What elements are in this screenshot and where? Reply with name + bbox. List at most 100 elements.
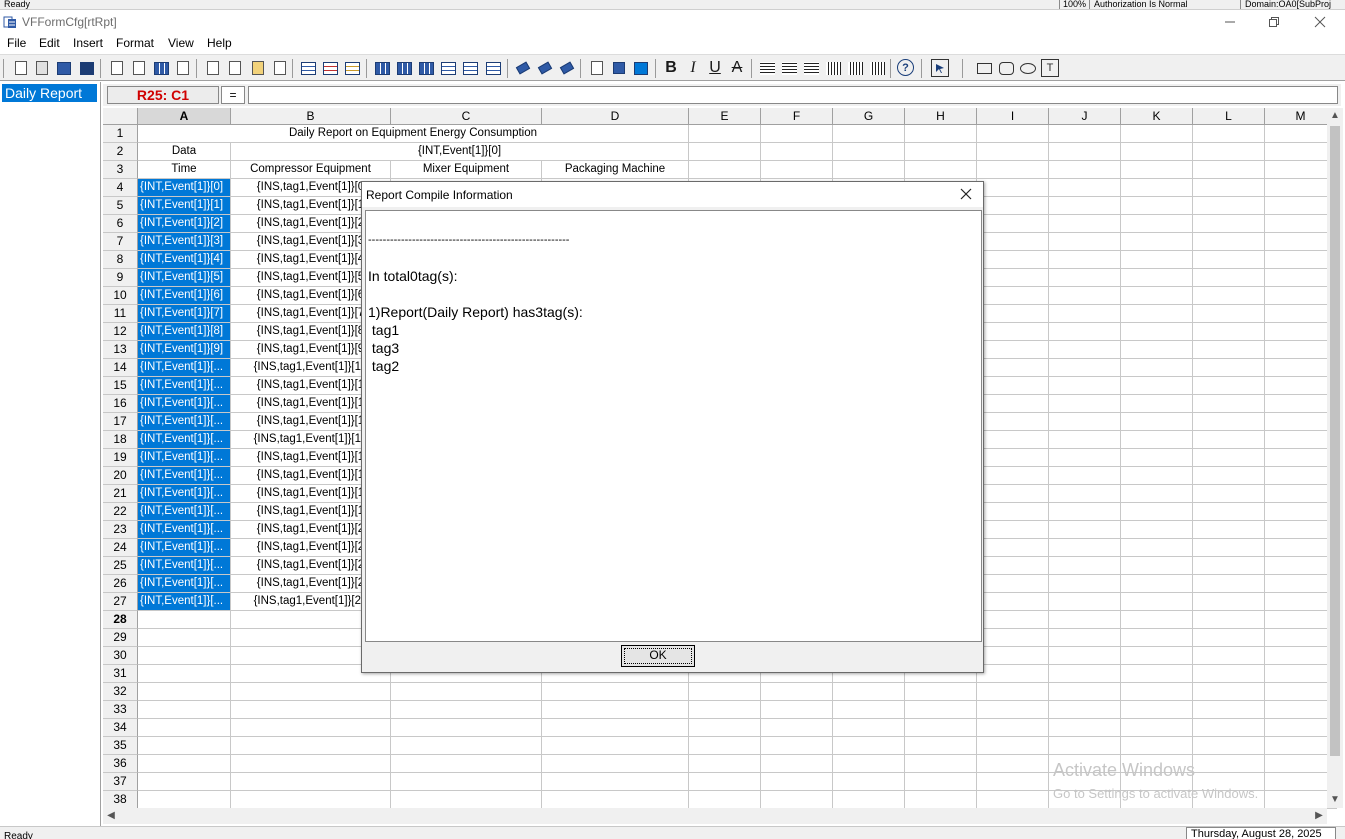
grid-cell[interactable]: [761, 125, 833, 143]
grid-cell[interactable]: [1121, 143, 1193, 161]
grid-cell[interactable]: [138, 701, 231, 719]
grid-cell[interactable]: [391, 737, 542, 755]
grid-cell[interactable]: [905, 755, 977, 773]
grid-cell[interactable]: [833, 701, 905, 719]
row-header[interactable]: 9: [103, 269, 138, 287]
grid-cell[interactable]: [1193, 719, 1265, 737]
grid-cell[interactable]: [761, 719, 833, 737]
grid-cell[interactable]: [542, 755, 689, 773]
grid-cell[interactable]: [1193, 143, 1265, 161]
column-header-b[interactable]: B: [231, 108, 391, 125]
grid-cell[interactable]: [1121, 503, 1193, 521]
row-header[interactable]: 7: [103, 233, 138, 251]
underline-button[interactable]: U: [706, 59, 724, 77]
grid-cell[interactable]: [1121, 305, 1193, 323]
grid-cell[interactable]: [1193, 215, 1265, 233]
grid-cell[interactable]: [391, 683, 542, 701]
grid-cell[interactable]: [689, 755, 761, 773]
grid-cell[interactable]: [1049, 539, 1121, 557]
insert-row-button[interactable]: [299, 59, 317, 77]
scroll-right-icon[interactable]: ▶: [1311, 808, 1327, 824]
restore-button[interactable]: [1251, 10, 1297, 34]
grid-cell[interactable]: [977, 143, 1049, 161]
grid-cell[interactable]: [138, 611, 231, 629]
time-cell[interactable]: {INT,Event[1]}[...: [138, 377, 231, 395]
grid-cell[interactable]: [1121, 647, 1193, 665]
grid-cell[interactable]: [231, 755, 391, 773]
row-header[interactable]: 22: [103, 503, 138, 521]
grid-cell[interactable]: [689, 737, 761, 755]
grid-cell[interactable]: [1049, 305, 1121, 323]
column-header-e[interactable]: E: [689, 108, 761, 125]
grid-cell[interactable]: [905, 161, 977, 179]
connect-button[interactable]: [439, 59, 457, 77]
data-value-cell[interactable]: {INT,Event[1]}[0]: [231, 143, 689, 161]
grid-cell[interactable]: [761, 737, 833, 755]
grid-cell[interactable]: [1193, 341, 1265, 359]
minimize-button[interactable]: [1207, 10, 1253, 34]
grid-cell[interactable]: [1049, 251, 1121, 269]
time-cell[interactable]: {INT,Event[1]}[...: [138, 467, 231, 485]
cut-button[interactable]: [204, 59, 222, 77]
copy-button[interactable]: [226, 59, 244, 77]
vertical-scroll-thumb[interactable]: [1330, 126, 1340, 756]
grid-cell[interactable]: [1193, 395, 1265, 413]
grid-cell[interactable]: [977, 539, 1049, 557]
grid-cell[interactable]: [1193, 485, 1265, 503]
grid-cell[interactable]: [1121, 593, 1193, 611]
grid-cell[interactable]: [1121, 665, 1193, 683]
grid-cell[interactable]: [1193, 611, 1265, 629]
grid-cell[interactable]: [138, 773, 231, 791]
header-cell[interactable]: Packaging Machine: [542, 161, 689, 179]
row-header[interactable]: 25: [103, 557, 138, 575]
horizontal-scrollbar[interactable]: ◀ ▶: [103, 808, 1327, 824]
grid-cell[interactable]: [905, 737, 977, 755]
grid-cell[interactable]: [542, 773, 689, 791]
grid-cell[interactable]: [905, 791, 977, 809]
grid-cell[interactable]: [977, 413, 1049, 431]
grid-cell[interactable]: [1193, 197, 1265, 215]
split-cells-button[interactable]: [395, 59, 413, 77]
grid-cell[interactable]: [231, 701, 391, 719]
grid-cell[interactable]: [542, 683, 689, 701]
grid-cell[interactable]: [138, 683, 231, 701]
grid-cell[interactable]: [138, 629, 231, 647]
grid-cell[interactable]: [1121, 557, 1193, 575]
grid-cell[interactable]: [1121, 269, 1193, 287]
grid-cell[interactable]: [977, 683, 1049, 701]
time-cell[interactable]: {INT,Event[1]}[8]: [138, 323, 231, 341]
grid-cell[interactable]: [1193, 665, 1265, 683]
grid-cell[interactable]: [1049, 719, 1121, 737]
vertical-scrollbar[interactable]: ▲ ▼: [1327, 108, 1343, 808]
grid-cell[interactable]: [977, 629, 1049, 647]
grid-cell[interactable]: [1049, 287, 1121, 305]
align-center-button[interactable]: [780, 59, 798, 77]
bold-button[interactable]: B: [662, 59, 680, 77]
grid-cell[interactable]: [1049, 233, 1121, 251]
grid-cell[interactable]: [1121, 467, 1193, 485]
grid-cell[interactable]: [138, 755, 231, 773]
column-header-c[interactable]: C: [391, 108, 542, 125]
grid-cell[interactable]: [1121, 287, 1193, 305]
grid-cell[interactable]: [391, 701, 542, 719]
grid-cell[interactable]: [977, 287, 1049, 305]
menu-view[interactable]: View: [168, 36, 194, 50]
grid-cell[interactable]: [1121, 197, 1193, 215]
grid-cell[interactable]: [1193, 431, 1265, 449]
grid-cell[interactable]: [1049, 413, 1121, 431]
grid-cell[interactable]: [689, 791, 761, 809]
grid-cell[interactable]: [689, 773, 761, 791]
grid-cell[interactable]: [977, 269, 1049, 287]
row-header[interactable]: 5: [103, 197, 138, 215]
grid-cell[interactable]: [761, 701, 833, 719]
grid-cell[interactable]: [391, 719, 542, 737]
grid-cell[interactable]: [977, 233, 1049, 251]
grid-cell[interactable]: [977, 503, 1049, 521]
grid-cell[interactable]: [1049, 629, 1121, 647]
time-cell[interactable]: {INT,Event[1]}[1]: [138, 197, 231, 215]
grid-cell[interactable]: [761, 773, 833, 791]
grid-cell[interactable]: [1049, 161, 1121, 179]
grid-cell[interactable]: [1049, 449, 1121, 467]
menu-insert[interactable]: Insert: [73, 36, 103, 50]
row-header[interactable]: 11: [103, 305, 138, 323]
